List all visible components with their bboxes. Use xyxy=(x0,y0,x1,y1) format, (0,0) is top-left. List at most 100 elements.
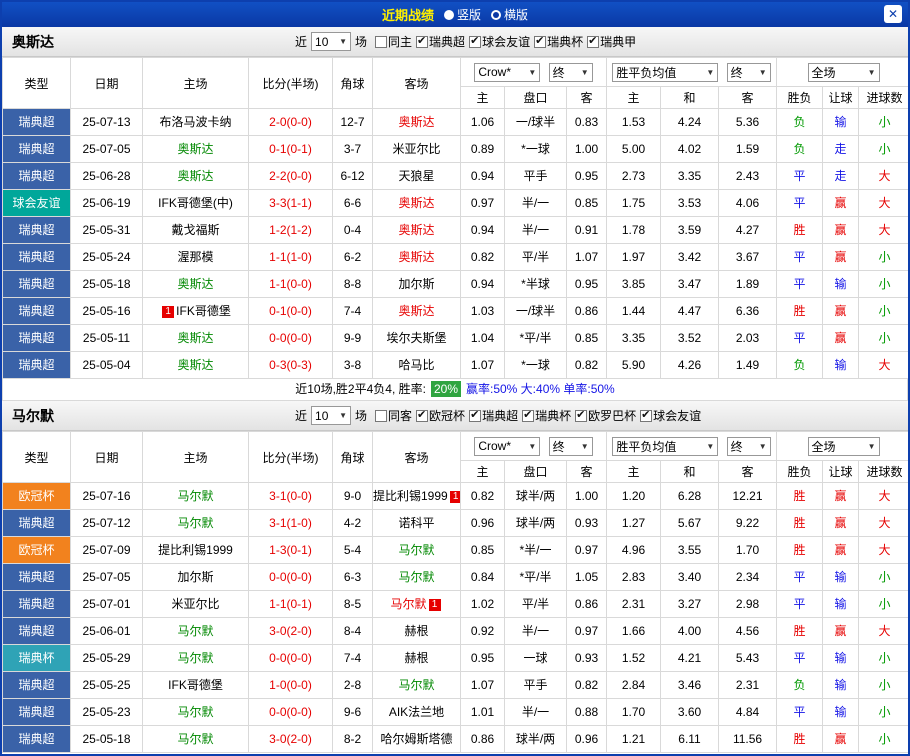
chevron-down-icon: ▼ xyxy=(868,442,876,451)
team-label: 赫根 xyxy=(404,651,428,665)
filter-球会友谊[interactable]: 球会友谊 xyxy=(640,407,701,424)
chevron-down-icon: ▼ xyxy=(759,442,767,451)
result-handicap-cell: 赢 xyxy=(823,217,859,244)
filter-label: 瑞典甲 xyxy=(600,33,636,50)
filter-欧罗巴杯[interactable]: 欧罗巴杯 xyxy=(575,407,636,424)
col-asia-home: 主 xyxy=(461,87,505,109)
corners-cell: 6-6 xyxy=(333,190,373,217)
radio-icon[interactable] xyxy=(491,10,501,20)
filter-瑞典杯[interactable]: 瑞典杯 xyxy=(522,407,571,424)
avg-odds-header: 胜平负均值▼ 终▼ xyxy=(607,432,777,461)
filter-瑞典超[interactable]: 瑞典超 xyxy=(416,33,465,50)
checkbox-checked[interactable] xyxy=(640,410,652,422)
league-type-cell: 瑞典超 xyxy=(3,564,71,591)
checkbox-unchecked[interactable] xyxy=(375,36,387,48)
col-score: 比分(半场) xyxy=(249,58,333,109)
checkbox-checked[interactable] xyxy=(416,36,428,48)
avg-odds-select[interactable]: 胜平负均值▼ xyxy=(612,63,718,82)
final-avg-select[interactable]: 终▼ xyxy=(727,437,771,456)
result-goals-cell: 小 xyxy=(859,136,910,163)
score-cell: 0-0(0-0) xyxy=(249,645,333,672)
result-goals-cell: 小 xyxy=(859,109,910,136)
result-wdl-cell: 胜 xyxy=(777,537,823,564)
asia-handicap: 球半/两 xyxy=(505,726,567,753)
league-type-cell: 瑞典超 xyxy=(3,672,71,699)
final-avg-select[interactable]: 终▼ xyxy=(727,63,771,82)
avg-odds-select[interactable]: 胜平负均值▼ xyxy=(612,437,718,456)
asia-handicap: 球半/两 xyxy=(505,510,567,537)
asia-away-odds: 0.97 xyxy=(567,618,607,645)
result-handicap-cell: 输 xyxy=(823,699,859,726)
avg-home-odds: 4.96 xyxy=(607,537,661,564)
asia-home-odds: 0.94 xyxy=(461,217,505,244)
checkbox-checked[interactable] xyxy=(416,410,428,422)
close-icon[interactable]: ✕ xyxy=(884,5,902,23)
corners-cell: 8-8 xyxy=(333,271,373,298)
titlebar-center: 近期战绩 竖版 横版 xyxy=(382,5,528,24)
corners-cell: 7-4 xyxy=(333,298,373,325)
asia-away-odds: 0.88 xyxy=(567,699,607,726)
asia-away-odds: 0.82 xyxy=(567,672,607,699)
checkbox-checked[interactable] xyxy=(534,36,546,48)
chevron-down-icon: ▼ xyxy=(528,442,536,451)
checkbox-checked[interactable] xyxy=(575,410,587,422)
avg-draw-odds: 6.11 xyxy=(661,726,719,753)
final-odds-select[interactable]: 终▼ xyxy=(549,63,593,82)
filter-瑞典杯[interactable]: 瑞典杯 xyxy=(534,33,583,50)
col-asia-away: 客 xyxy=(567,87,607,109)
result-wdl-cell: 负 xyxy=(777,672,823,699)
filter-同主[interactable]: 同主 xyxy=(375,33,412,50)
checkbox-checked[interactable] xyxy=(587,36,599,48)
scope-select[interactable]: 全场▼ xyxy=(808,63,880,82)
col-asia-away: 客 xyxy=(567,461,607,483)
filter-瑞典超[interactable]: 瑞典超 xyxy=(469,407,518,424)
scope-select[interactable]: 全场▼ xyxy=(808,437,880,456)
view-option-vertical[interactable]: 竖版 xyxy=(444,6,481,23)
team-label: 奥斯达 xyxy=(398,196,434,210)
radio-icon[interactable] xyxy=(444,10,454,20)
chevron-down-icon: ▼ xyxy=(528,68,536,77)
match-row: 瑞典杯25-05-29马尔默0-0(0-0)7-4赫根0.95一球0.931.5… xyxy=(3,645,910,672)
match-row: 瑞典超25-05-25IFK哥德堡1-0(0-0)2-8马尔默1.07平手0.8… xyxy=(3,672,910,699)
col-type: 类型 xyxy=(3,58,71,109)
final-odds-select[interactable]: 终▼ xyxy=(549,437,593,456)
filter-同客[interactable]: 同客 xyxy=(375,407,412,424)
checkbox-checked[interactable] xyxy=(469,410,481,422)
filter-球会友谊[interactable]: 球会友谊 xyxy=(469,33,530,50)
score-cell: 1-1(0-0) xyxy=(249,271,333,298)
result-wdl-cell: 负 xyxy=(777,109,823,136)
bookmaker-select[interactable]: Crow*▼ xyxy=(474,437,540,456)
checkbox-checked[interactable] xyxy=(522,410,534,422)
asia-away-odds: 0.85 xyxy=(567,190,607,217)
view-option-horizontal[interactable]: 横版 xyxy=(491,6,528,23)
team-label: 提比利锡1999 xyxy=(158,543,233,557)
away-team-cell: 米亚尔比 xyxy=(373,136,461,163)
rank-badge: 1 xyxy=(450,491,461,503)
team-label: 奥斯达 xyxy=(398,250,434,264)
checkbox-unchecked[interactable] xyxy=(375,410,387,422)
date-cell: 25-07-16 xyxy=(71,483,143,510)
match-row: 瑞典超25-05-04奥斯达0-3(0-3)3-8哈马比1.07*一球0.825… xyxy=(3,352,910,379)
filters-bar: 近 10▼ 场 同客欧冠杯瑞典超瑞典杯欧罗巴杯球会友谊 xyxy=(295,406,705,425)
filter-欧冠杯[interactable]: 欧冠杯 xyxy=(416,407,465,424)
near-count-select[interactable]: 10▼ xyxy=(311,32,351,51)
col-avg-away: 客 xyxy=(719,461,777,483)
filter-瑞典甲[interactable]: 瑞典甲 xyxy=(587,33,636,50)
score-cell: 0-3(0-3) xyxy=(249,352,333,379)
col-result-wdl: 胜负 xyxy=(777,461,823,483)
away-team-cell: 天狼星 xyxy=(373,163,461,190)
filter-label: 欧冠杯 xyxy=(429,407,465,424)
league-type-cell: 球会友谊 xyxy=(3,190,71,217)
chevron-down-icon: ▼ xyxy=(759,68,767,77)
result-goals-cell: 大 xyxy=(859,190,910,217)
near-count-select[interactable]: 10▼ xyxy=(311,406,351,425)
matches-table: 类型 日期 主场 比分(半场) 角球 客场 Crow*▼ 终▼ 胜平负均值▼ 终… xyxy=(2,57,910,379)
team-label: 马尔默 xyxy=(177,624,213,638)
result-wdl-cell: 平 xyxy=(777,564,823,591)
bookmaker-select[interactable]: Crow*▼ xyxy=(474,63,540,82)
checkbox-checked[interactable] xyxy=(469,36,481,48)
corners-cell: 7-4 xyxy=(333,645,373,672)
filter-label: 同客 xyxy=(388,407,412,424)
result-goals-cell: 小 xyxy=(859,672,910,699)
asia-away-odds: 0.97 xyxy=(567,537,607,564)
